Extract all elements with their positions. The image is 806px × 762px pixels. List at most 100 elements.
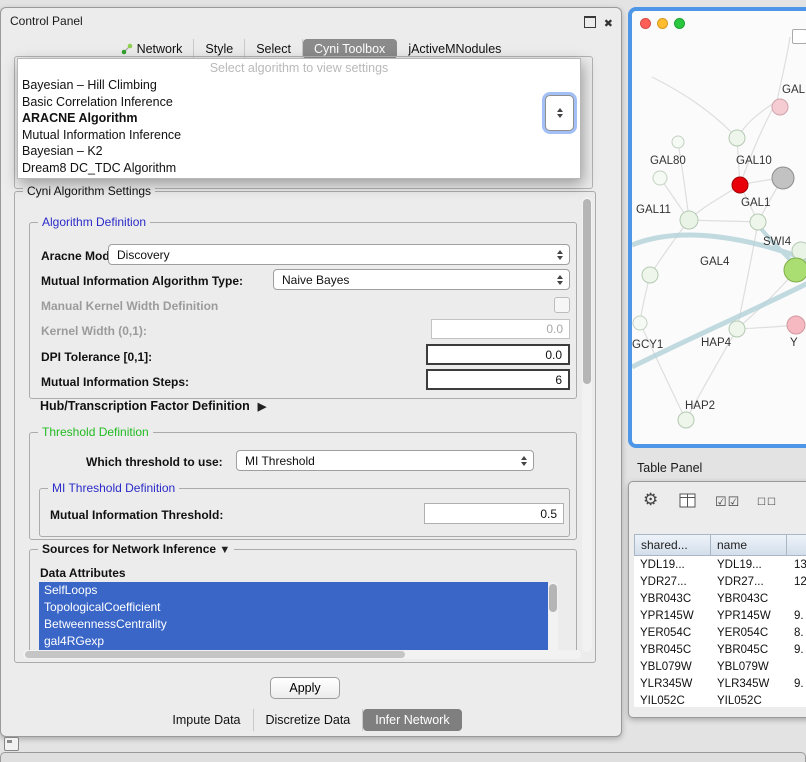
cell[interactable]: YDL19... [711,559,788,571]
cell[interactable]: 8. [788,627,806,639]
mi-type-select[interactable]: Naive Bayes [273,269,570,290]
network-icon [121,43,133,55]
table-row[interactable]: YER054C YER054C 8. [634,624,806,641]
apply-button[interactable]: Apply [270,677,340,699]
column-header-name[interactable]: name [710,534,787,556]
aracne-mode-value: Discovery [117,248,555,262]
attributes-list-scrollbar[interactable] [548,582,558,653]
table-row[interactable]: YLR345W YLR345W 9. [634,675,806,692]
minimized-panel-icon[interactable] [4,737,19,751]
algorithm-dropdown-popup: Select algorithm to view settings Bayesi… [17,58,581,179]
tab-label: Select [256,42,291,56]
settings-horizontal-scrollbar[interactable] [23,650,581,659]
dpi-tolerance-field[interactable]: 0.0 [426,344,570,365]
tab-impute-data[interactable]: Impute Data [160,709,253,731]
table-row[interactable]: YPR145W YPR145W 9. [634,607,806,624]
float-window-icon[interactable] [584,15,596,33]
menu-item-bayesian-k2[interactable]: Bayesian – K2 [18,143,580,160]
table-row[interactable]: YBL079W YBL079W [634,658,806,675]
mi-steps-value: 6 [555,373,562,387]
cell[interactable]: YBR043C [711,593,788,605]
cell[interactable]: YER054C [711,627,788,639]
unchecked-box-icon: ☐ [757,497,767,508]
cell[interactable]: YPR145W [711,610,788,622]
unchecked-box-icon: ☐ [767,497,777,508]
table-row[interactable]: YDR27... YDR27... 12 [634,573,806,590]
tab-label: Impute Data [172,713,240,727]
hub-definition-label: Hub/Transcription Factor Definition [40,399,250,413]
cell[interactable]: YDR27... [711,576,788,588]
settings-vertical-scrollbar[interactable] [582,197,592,652]
cell[interactable]: YPR145W [634,610,711,622]
node [772,99,788,115]
cell[interactable]: 9. [788,610,806,622]
mi-threshold-field[interactable]: 0.5 [424,503,564,524]
menu-item-aracne[interactable]: ARACNE Algorithm [18,110,580,127]
table-row[interactable]: YIL052C YIL052C [634,692,806,707]
close-traffic-light-icon[interactable] [640,18,651,29]
list-item[interactable]: BetweennessCentrality [39,616,548,633]
deselect-all-checks-icon[interactable]: ☐☐ [757,497,777,508]
mi-threshold-group: MI Threshold Definition Mutual Informati… [39,488,570,537]
cell[interactable]: YBR043C [634,593,711,605]
gear-icon[interactable]: ⚙ [643,490,658,510]
node [750,214,766,230]
cell[interactable]: YDR27... [634,576,711,588]
close-icon[interactable]: ✖ [604,19,613,30]
sources-group-toggle[interactable]: Sources for Network Inference ▼ [38,542,234,558]
collapsed-bottom-panel-bar[interactable] [0,752,806,762]
column-header-partial[interactable] [786,534,806,556]
node [672,136,684,148]
window-title: Control Panel [10,14,83,28]
columns-icon[interactable] [679,493,696,509]
list-item[interactable]: gal4RGexp [39,633,548,650]
node-gray [772,167,794,189]
node [729,130,745,146]
menu-item-mutual-information[interactable]: Mutual Information Inference [18,127,580,144]
table-row[interactable]: YDL19... YDL19... 13 [634,556,806,573]
cell[interactable]: YBL079W [634,661,711,673]
cell[interactable]: 12 [788,576,806,588]
table-row[interactable]: YBR043C YBR043C [634,590,806,607]
algorithm-combobox-arrows[interactable] [545,95,574,131]
which-threshold-select[interactable]: MI Threshold [236,450,534,471]
menu-item-dream8[interactable]: Dream8 DC_TDC Algorithm [18,160,580,177]
cell[interactable]: YER054C [634,627,711,639]
tab-infer-network[interactable]: Infer Network [363,709,461,731]
kernel-width-field[interactable]: 0.0 [431,319,570,339]
cell[interactable]: 9. [788,678,806,690]
mi-steps-field[interactable]: 6 [426,369,570,390]
tab-label: Infer Network [375,713,449,727]
cell[interactable]: YBL079W [711,661,788,673]
data-attributes-list[interactable]: SelfLoops TopologicalCoefficient Between… [39,582,548,653]
menu-item-basic-correlation[interactable]: Basic Correlation Inference [18,94,580,111]
list-item[interactable]: SelfLoops [39,582,548,599]
aracne-mode-select[interactable]: Discovery [108,244,570,265]
cell[interactable]: 13 [788,559,806,571]
manual-kernel-width-label: Manual Kernel Width Definition [41,299,218,313]
node [653,171,667,185]
manual-kernel-width-checkbox[interactable] [554,297,570,313]
hub-definition-toggle[interactable]: Hub/Transcription Factor Definition ▶ [40,399,266,413]
cell[interactable]: YBR045C [634,644,711,656]
list-item[interactable]: TopologicalCoefficient [39,599,548,616]
mi-steps-label: Mutual Information Steps: [41,375,189,389]
cell[interactable]: YBR045C [711,644,788,656]
combo-arrows-icon [555,275,565,285]
column-header-shared-name[interactable]: shared... [634,534,711,556]
cell[interactable]: YIL052C [711,695,788,707]
select-all-checks-icon[interactable]: ☑☑ [715,494,740,510]
node [678,412,694,428]
table-row[interactable]: YBR045C YBR045C 9. [634,641,806,658]
cell[interactable]: YLR345W [634,678,711,690]
minimize-traffic-light-icon[interactable] [657,18,668,29]
zoom-traffic-light-icon[interactable] [674,18,685,29]
network-canvas[interactable]: GAL GAL80 GAL10 GAL11 GAL1 SWI4 GAL4 GCY… [632,37,806,447]
cell[interactable]: 9. [788,644,806,656]
control-panel-titlebar[interactable]: Control Panel ✖ [1,8,621,34]
cell[interactable]: YDL19... [634,559,711,571]
cell[interactable]: YLR345W [711,678,788,690]
menu-item-bayesian-hill-climbing[interactable]: Bayesian – Hill Climbing [18,77,580,94]
tab-discretize-data[interactable]: Discretize Data [254,709,364,731]
cell[interactable]: YIL052C [634,695,711,707]
